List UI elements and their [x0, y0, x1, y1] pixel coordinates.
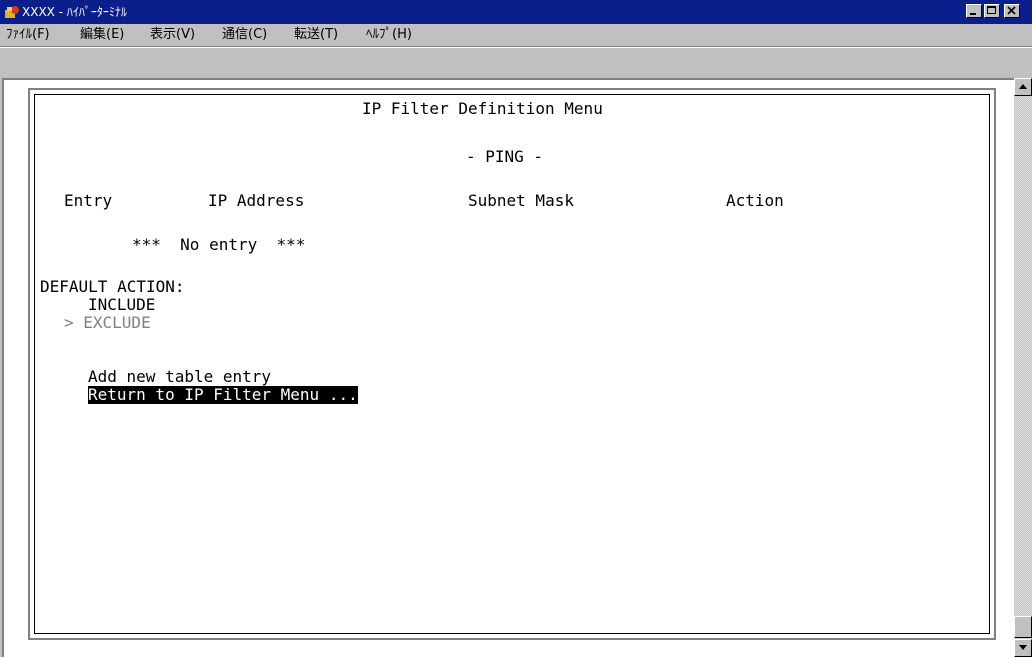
menu-title: IP Filter Definition Menu — [362, 99, 603, 118]
close-icon — [1007, 6, 1016, 15]
return-menu-item[interactable]: Return to IP Filter Menu ... — [88, 386, 358, 404]
maximize-icon — [987, 6, 996, 14]
column-header-action: Action — [726, 191, 784, 210]
terminal-screen[interactable] — [34, 94, 990, 634]
column-header-entry: Entry — [64, 191, 113, 210]
scroll-down-button[interactable] — [1014, 639, 1032, 657]
option-include[interactable]: INCLUDE — [88, 296, 155, 314]
menu-divider — [0, 46, 1032, 48]
default-action-label: DEFAULT ACTION: — [40, 277, 185, 296]
menu-subtitle: - PING - — [466, 147, 544, 166]
column-header-subnet-mask: Subnet Mask — [468, 191, 574, 210]
hyperterminal-icon — [5, 6, 19, 18]
maximize-button[interactable] — [984, 4, 1000, 18]
title-bar: XXXX - ﾊｲﾊﾟｰﾀｰﾐﾅﾙ — [0, 0, 1032, 24]
arrow-up-icon — [1019, 84, 1027, 89]
add-entry-item[interactable]: Add new table entry — [88, 368, 271, 386]
window-title: XXXX - ﾊｲﾊﾟｰﾀｰﾐﾅﾙ — [22, 5, 127, 19]
vertical-scrollbar[interactable] — [1014, 78, 1032, 657]
menu-file[interactable]: ﾌｧｲﾙ(F) — [6, 24, 50, 46]
column-header-ip-address: IP Address — [208, 191, 305, 210]
option-exclude[interactable]: > EXCLUDE — [64, 314, 151, 332]
close-button[interactable] — [1004, 4, 1020, 18]
menu-bar: ﾌｧｲﾙ(F) 編集(E) 表示(V) 通信(C) 転送(T) ﾍﾙﾌﾟ(H) — [0, 24, 1032, 46]
menu-edit[interactable]: 編集(E) — [80, 24, 124, 46]
menu-help[interactable]: ﾍﾙﾌﾟ(H) — [366, 24, 412, 46]
empty-table-message: *** No entry *** — [132, 235, 306, 254]
menu-view[interactable]: 表示(V) — [150, 24, 195, 46]
arrow-down-icon — [1019, 645, 1027, 650]
menu-communication[interactable]: 通信(C) — [222, 24, 267, 46]
menu-transfer[interactable]: 転送(T) — [294, 24, 338, 46]
minimize-button[interactable] — [966, 4, 982, 18]
scroll-up-button[interactable] — [1014, 78, 1032, 96]
scroll-thumb[interactable] — [1014, 616, 1032, 638]
minimize-icon — [970, 13, 976, 15]
